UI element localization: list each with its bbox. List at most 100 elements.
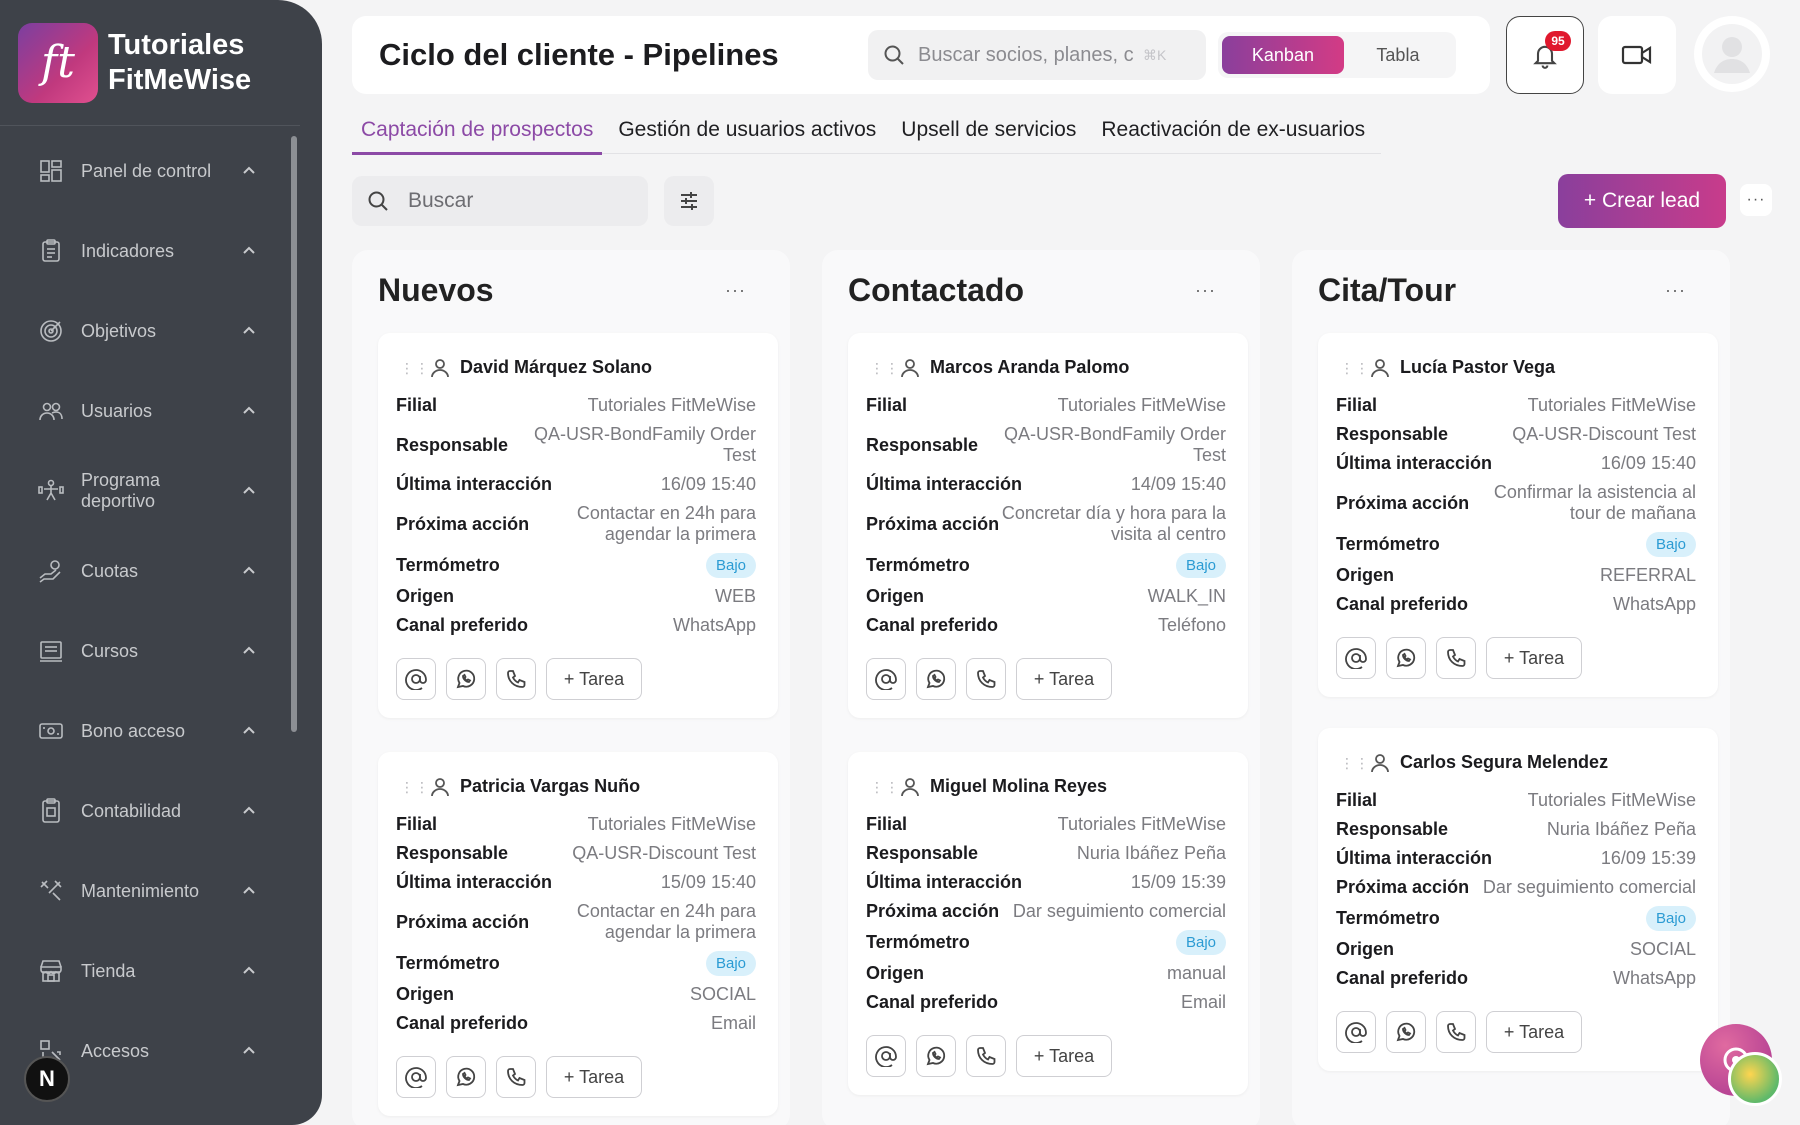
accounting-icon (42, 798, 60, 823)
notifications-button[interactable]: 95 (1506, 16, 1584, 94)
chevron-up-icon[interactable] (236, 1044, 262, 1058)
field-label-ultima: Última interacción (866, 872, 1023, 892)
sidebar-item-cuotas[interactable]: Cuotas (0, 531, 300, 611)
sidebar-item-objetivos[interactable]: Objetivos (0, 291, 300, 371)
field-label-responsable: Responsable (866, 434, 979, 455)
add-task-button[interactable]: + Tarea (1486, 1011, 1582, 1053)
lead-card[interactable]: ⋮⋮ Lucía Pastor Vega Filial Tutoriales FitM… (1318, 333, 1718, 697)
filter-button[interactable] (664, 176, 714, 226)
tab-2[interactable]: Gestión de usuarios activos (609, 110, 885, 154)
column-more-button[interactable]: ··· (1665, 280, 1686, 301)
whatsapp-button[interactable] (1386, 1011, 1426, 1053)
email-button[interactable] (396, 1056, 436, 1098)
at-sign-icon (405, 1067, 427, 1088)
chevron-up-icon[interactable] (236, 404, 262, 418)
sidebar-item-usuarios[interactable]: Usuarios (0, 371, 300, 451)
sidebar-item-programa-deportivo[interactable]: Programa deportivo (0, 451, 300, 531)
drag-handle-icon[interactable]: ⋮⋮ (400, 780, 429, 794)
drag-handle-icon[interactable]: ⋮⋮ (1340, 361, 1369, 375)
field-label-proxima: Próxima acción (396, 911, 530, 932)
drag-handle-icon[interactable]: ⋮⋮ (1340, 756, 1369, 770)
call-button[interactable] (496, 658, 536, 700)
lead-card[interactable]: ⋮⋮ Carlos Segura Melendez Filial Tutoriales… (1318, 728, 1718, 1071)
column-more-button[interactable]: ··· (1195, 280, 1216, 301)
call-button[interactable] (966, 658, 1006, 700)
chevron-up-icon[interactable] (236, 564, 262, 578)
drag-handle-icon[interactable]: ⋮⋮ (400, 361, 429, 375)
brand[interactable]: ft Tutoriales FitMeWise (0, 0, 300, 126)
chevron-up-icon[interactable] (236, 484, 262, 498)
user-initial-badge[interactable]: N (24, 1056, 70, 1102)
call-button[interactable] (1436, 637, 1476, 679)
sidebar-item-panel-de-control[interactable]: Panel de control (0, 131, 300, 211)
chevron-up-icon[interactable] (236, 244, 262, 258)
add-task-button[interactable]: + Tarea (546, 1056, 642, 1098)
sidebar-item-mantenimiento[interactable]: Mantenimiento (0, 851, 300, 931)
call-button[interactable] (496, 1056, 536, 1098)
table-view-button[interactable]: Tabla (1344, 36, 1452, 74)
email-button[interactable] (866, 1035, 906, 1077)
field-label-ultima: Última interacción (1336, 453, 1493, 473)
lead-search[interactable] (352, 176, 648, 226)
chevron-up-icon[interactable] (236, 644, 262, 658)
card-row-responsable: Responsable Nuria Ibáñez Peña (1336, 819, 1696, 840)
add-task-button[interactable]: + Tarea (1016, 658, 1112, 700)
sidebar-item-tienda[interactable]: Tienda (0, 931, 300, 1011)
tools-icon (40, 880, 62, 901)
kanban-view-button[interactable]: Kanban (1222, 36, 1344, 74)
whatsapp-button[interactable] (446, 1056, 486, 1098)
call-button[interactable] (966, 1035, 1006, 1077)
chevron-up-icon[interactable] (236, 964, 262, 978)
whatsapp-button[interactable] (446, 658, 486, 700)
field-value-origen: WEB (714, 586, 756, 606)
global-search-input[interactable] (918, 43, 1143, 67)
chevron-up-icon[interactable] (236, 884, 262, 898)
add-task-button[interactable]: + Tarea (546, 658, 642, 700)
lead-card[interactable]: ⋮⋮ Miguel Molina Reyes Filial Tutoriales Fi… (848, 752, 1248, 1095)
email-button[interactable] (396, 658, 436, 700)
lead-card[interactable]: ⋮⋮ Marcos Aranda Palomo Filial Tutoriales F… (848, 333, 1248, 718)
email-button[interactable] (866, 658, 906, 700)
card-row-termometro: Termómetro Bajo (1336, 906, 1696, 931)
email-button[interactable] (1336, 1011, 1376, 1053)
tab-1[interactable]: Captación de prospectos (352, 110, 603, 155)
add-task-button[interactable]: + Tarea (1486, 637, 1582, 679)
whatsapp-button[interactable] (916, 1035, 956, 1077)
call-button[interactable] (1436, 1011, 1476, 1053)
video-call-button[interactable] (1598, 16, 1676, 94)
assistant-avatar-icon[interactable] (1728, 1052, 1782, 1106)
card-row-termometro: Termómetro Bajo (396, 951, 756, 976)
whatsapp-button[interactable] (916, 658, 956, 700)
field-value-canal: Email (710, 1013, 756, 1033)
drag-handle-icon[interactable]: ⋮⋮ (870, 361, 899, 375)
sidebar-item-bono-acceso[interactable]: Bono acceso (0, 691, 300, 771)
chevron-up-icon[interactable] (236, 164, 262, 178)
tab-4[interactable]: Reactivación de ex-usuarios (1092, 110, 1374, 154)
lead-name: Patricia Vargas Nuño (460, 776, 641, 796)
card-row-responsable: Responsable QA-USR-Discount Test (396, 843, 756, 864)
sidebar-item-cursos[interactable]: Cursos (0, 611, 300, 691)
card-row-responsable: Responsable QA-USR-BondFamily Order Test (396, 424, 756, 466)
chevron-up-icon[interactable] (236, 724, 262, 738)
drag-handle-icon[interactable]: ⋮⋮ (870, 780, 899, 794)
global-search[interactable]: ⌘K (868, 30, 1206, 80)
hand-money-icon (39, 560, 61, 583)
email-button[interactable] (1336, 637, 1376, 679)
tab-3[interactable]: Upsell de servicios (892, 110, 1085, 154)
sidebar-scrollbar[interactable] (291, 136, 297, 732)
whatsapp-button[interactable] (1386, 637, 1426, 679)
lead-card[interactable]: ⋮⋮ Patricia Vargas Nuño Filial Tutoriales F… (378, 752, 778, 1116)
chevron-up-icon[interactable] (236, 324, 262, 338)
phone-icon (977, 1047, 996, 1065)
create-lead-button[interactable]: + Crear lead (1558, 174, 1726, 228)
lead-card[interactable]: ⋮⋮ David Márquez Solano Filial Tutoriales F… (378, 333, 778, 718)
sidebar-item-indicadores[interactable]: Indicadores (0, 211, 300, 291)
user-avatar[interactable] (1694, 16, 1770, 92)
more-options-button[interactable]: ··· (1740, 184, 1772, 216)
column-more-button[interactable]: ··· (725, 280, 746, 301)
lead-search-input[interactable] (408, 189, 628, 213)
field-value-responsable: Nuria Ibáñez Peña (1546, 819, 1696, 839)
chevron-up-icon[interactable] (236, 804, 262, 818)
sidebar-item-contabilidad[interactable]: Contabilidad (0, 771, 300, 851)
add-task-button[interactable]: + Tarea (1016, 1035, 1112, 1077)
